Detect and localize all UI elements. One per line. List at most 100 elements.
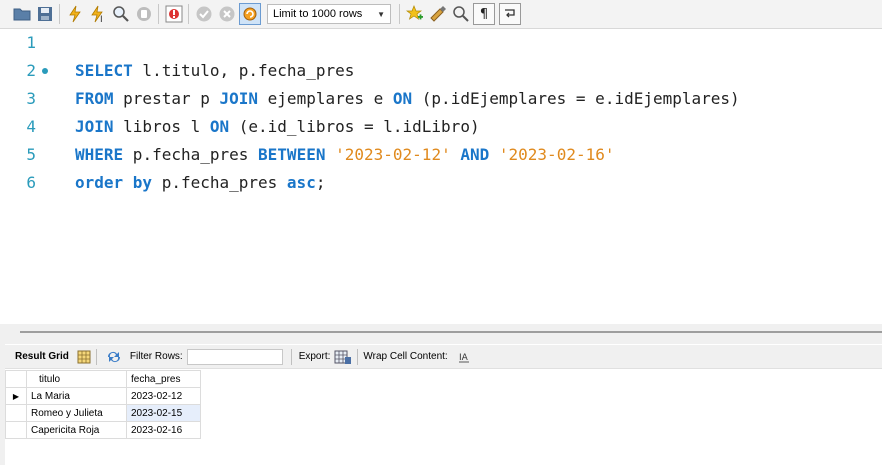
grid-header-row: titulo fecha_pres: [5, 370, 201, 388]
result-grid: titulo fecha_pres ▶ La Maria 2023-02-12 …: [5, 370, 201, 439]
table-cell[interactable]: Capericita Roja: [26, 421, 127, 439]
sql-keyword: SELECT: [75, 61, 133, 80]
sql-keyword: WHERE: [75, 145, 124, 164]
editor-line[interactable]: 6 order by p.fecha_pres asc;: [0, 169, 882, 197]
sql-string: '2023-02-16': [498, 145, 615, 164]
sql-identifier: [489, 145, 499, 164]
stop-icon[interactable]: [133, 3, 155, 25]
refresh-icon[interactable]: [106, 350, 122, 364]
export-icon[interactable]: [334, 349, 352, 365]
sql-identifier: prestar p: [113, 89, 220, 108]
table-cell[interactable]: Romeo y Julieta: [26, 404, 127, 422]
result-toolbar: Result Grid Filter Rows: Export: Wrap Ce…: [5, 345, 882, 369]
sql-identifier: ;: [315, 173, 326, 192]
panel-splitter[interactable]: [0, 324, 882, 344]
line-number: 2: [26, 61, 36, 80]
current-row-icon: ▶: [5, 387, 27, 405]
table-row[interactable]: Capericita Roja 2023-02-16: [5, 421, 201, 439]
sql-keyword: JOIN: [75, 117, 114, 136]
filter-rows-label: Filter Rows:: [129, 351, 183, 362]
sql-keyword: FROM: [75, 89, 114, 108]
save-icon[interactable]: [34, 3, 56, 25]
broom-icon[interactable]: [427, 3, 449, 25]
line-number: 6: [26, 173, 36, 192]
sql-identifier: libros l: [113, 117, 210, 136]
commit-icon[interactable]: [193, 3, 215, 25]
code-text: JOIN libros l ON (e.id_libros = l.idLibr…: [75, 113, 480, 141]
editor-line[interactable]: 5 WHERE p.fecha_pres BETWEEN '2023-02-12'…: [0, 141, 882, 169]
table-cell[interactable]: La Maria: [26, 387, 127, 405]
lightning-icon[interactable]: [64, 3, 86, 25]
sql-keyword: ON: [392, 89, 413, 108]
toolbar-separator: [59, 4, 60, 24]
line-number: 1: [26, 33, 36, 52]
table-row[interactable]: ▶ La Maria 2023-02-12: [5, 387, 201, 405]
sql-identifier: [451, 145, 461, 164]
lightning-cursor-icon[interactable]: I: [87, 3, 109, 25]
folder-icon[interactable]: [11, 3, 33, 25]
sql-editor[interactable]: 1 2 SELECT l.titulo, p.fecha_pres 3 FROM pre…: [0, 29, 882, 324]
table-row[interactable]: Romeo y Julieta 2023-02-15: [5, 404, 201, 422]
editor-line[interactable]: 3 FROM prestar p JOIN ejemplares e ON (p.…: [0, 85, 882, 113]
sql-identifier: ejemplares e: [258, 89, 393, 108]
statement-marker-icon: [42, 68, 48, 74]
star-add-icon[interactable]: [404, 3, 426, 25]
toolbar-separator: [290, 348, 292, 365]
autocommit-icon[interactable]: [239, 3, 261, 25]
sql-keyword: ON: [209, 117, 230, 136]
sql-identifier: (p.idEjemplares = e.idEjemplares): [412, 89, 740, 108]
wrap-icon[interactable]: [499, 3, 521, 25]
toolbar-separator: [188, 4, 189, 24]
code-text: WHERE p.fecha_pres BETWEEN '2023-02-12' …: [75, 141, 614, 169]
sql-string: '2023-02-12': [335, 145, 451, 164]
line-number: 5: [26, 145, 36, 164]
limit-rows-select[interactable]: Limit to 1000 rows ▼: [267, 4, 391, 24]
row-header: [5, 421, 27, 439]
filter-rows-input[interactable]: [186, 348, 283, 365]
splitter-line: [20, 331, 882, 333]
rollback-icon[interactable]: [216, 3, 238, 25]
sql-keyword: JOIN: [219, 89, 259, 108]
row-header-corner: [5, 370, 27, 388]
column-header-fecha-pres[interactable]: fecha_pres: [126, 370, 201, 388]
toolbar-separator: [95, 348, 97, 365]
toolbar-separator: [357, 348, 359, 365]
code-text: order by p.fecha_pres asc;: [75, 169, 325, 197]
sql-keyword: asc: [286, 173, 316, 192]
editor-line[interactable]: 2 SELECT l.titulo, p.fecha_pres: [0, 57, 882, 85]
toolbar-separator: [158, 4, 159, 24]
code-text: FROM prestar p JOIN ejemplares e ON (p.i…: [75, 85, 740, 113]
paragraph-icon[interactable]: ¶: [473, 3, 495, 25]
grid-view-icon[interactable]: [77, 350, 91, 364]
editor-line[interactable]: 4 JOIN libros l ON (e.id_libros = l.idLib…: [0, 113, 882, 141]
result-grid-tab[interactable]: Result Grid: [15, 351, 69, 362]
toolbar-separator: [399, 4, 400, 24]
sql-identifier: [325, 145, 335, 164]
sql-identifier: p.fecha_pres: [123, 145, 259, 164]
svg-text:I: I: [100, 15, 103, 23]
chevron-down-icon: ▼: [377, 9, 385, 19]
svg-text:IA: IA: [459, 353, 469, 363]
sql-editor-toolbar: I Limit to 1000 rows ▼ ¶: [0, 0, 882, 29]
sql-identifier: p.fecha_pres: [152, 173, 287, 192]
table-cell[interactable]: 2023-02-15: [126, 404, 201, 422]
sql-identifier: l.titulo, p.fecha_pres: [132, 61, 355, 80]
code-text: SELECT l.titulo, p.fecha_pres: [75, 57, 354, 85]
sql-identifier: (e.id_libros = l.idLibro): [229, 117, 480, 136]
wrap-cell-icon[interactable]: IA: [458, 351, 470, 363]
error-toggle-icon[interactable]: [163, 3, 185, 25]
row-header: [5, 404, 27, 422]
search-icon[interactable]: [450, 3, 472, 25]
line-number: 3: [26, 89, 36, 108]
sql-keyword: order by: [75, 173, 153, 192]
wrap-cell-label: Wrap Cell Content:: [363, 351, 448, 362]
export-label: Export:: [298, 351, 331, 362]
column-header-titulo[interactable]: titulo: [26, 370, 127, 388]
magnifier-icon[interactable]: [110, 3, 132, 25]
limit-rows-label: Limit to 1000 rows: [273, 8, 363, 20]
table-cell[interactable]: 2023-02-16: [126, 421, 201, 439]
editor-line[interactable]: 1: [0, 29, 882, 57]
sql-keyword: BETWEEN: [258, 145, 326, 164]
table-cell[interactable]: 2023-02-12: [126, 387, 201, 405]
sql-keyword: AND: [460, 145, 490, 164]
